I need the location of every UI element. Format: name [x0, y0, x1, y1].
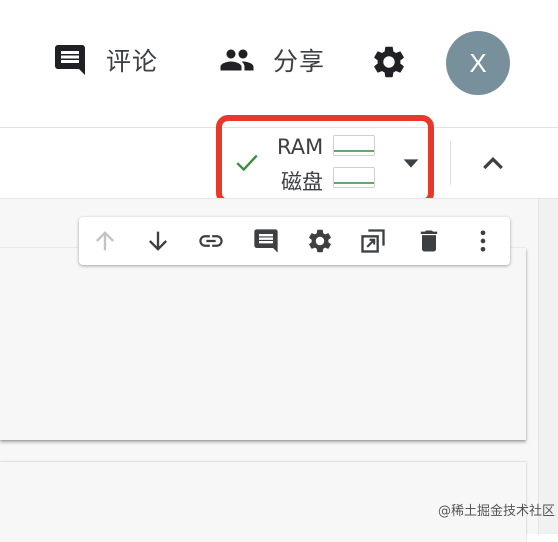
arrow-up-icon	[96, 231, 114, 251]
mirror-cell-icon	[361, 229, 385, 253]
code-cell[interactable]	[0, 248, 526, 440]
comment-button[interactable]: 评论	[52, 42, 158, 78]
more-vert-icon	[480, 230, 486, 252]
settings-button[interactable]	[370, 43, 408, 81]
collapse-button[interactable]	[478, 148, 508, 183]
chevron-up-icon	[483, 156, 503, 170]
delete-icon	[420, 230, 438, 252]
delete-cell-button[interactable]	[415, 227, 443, 255]
comment-label: 评论	[106, 47, 159, 76]
add-comment-button[interactable]	[252, 227, 280, 255]
more-options-button[interactable]	[469, 227, 497, 255]
avatar[interactable]: X	[446, 31, 510, 95]
link-icon	[199, 235, 223, 247]
move-up-button[interactable]	[91, 227, 119, 255]
people-icon	[217, 42, 257, 78]
avatar-initial: X	[469, 47, 487, 78]
watermark: @稀土掘金技术社区	[438, 504, 556, 519]
share-label: 分享	[273, 47, 326, 76]
share-button[interactable]: 分享	[217, 42, 325, 78]
mirror-cell-button[interactable]	[359, 227, 387, 255]
comment-icon	[52, 42, 88, 78]
resources-highlight	[216, 115, 434, 205]
scrollbar[interactable]	[538, 199, 558, 534]
comment-icon	[254, 229, 278, 253]
link-button[interactable]	[197, 227, 225, 255]
gear-icon	[309, 229, 331, 253]
gear-icon	[370, 43, 408, 81]
cell-settings-button[interactable]	[306, 227, 334, 255]
move-down-button[interactable]	[144, 227, 172, 255]
arrow-down-icon	[149, 231, 167, 251]
toolbar-separator	[450, 141, 451, 185]
